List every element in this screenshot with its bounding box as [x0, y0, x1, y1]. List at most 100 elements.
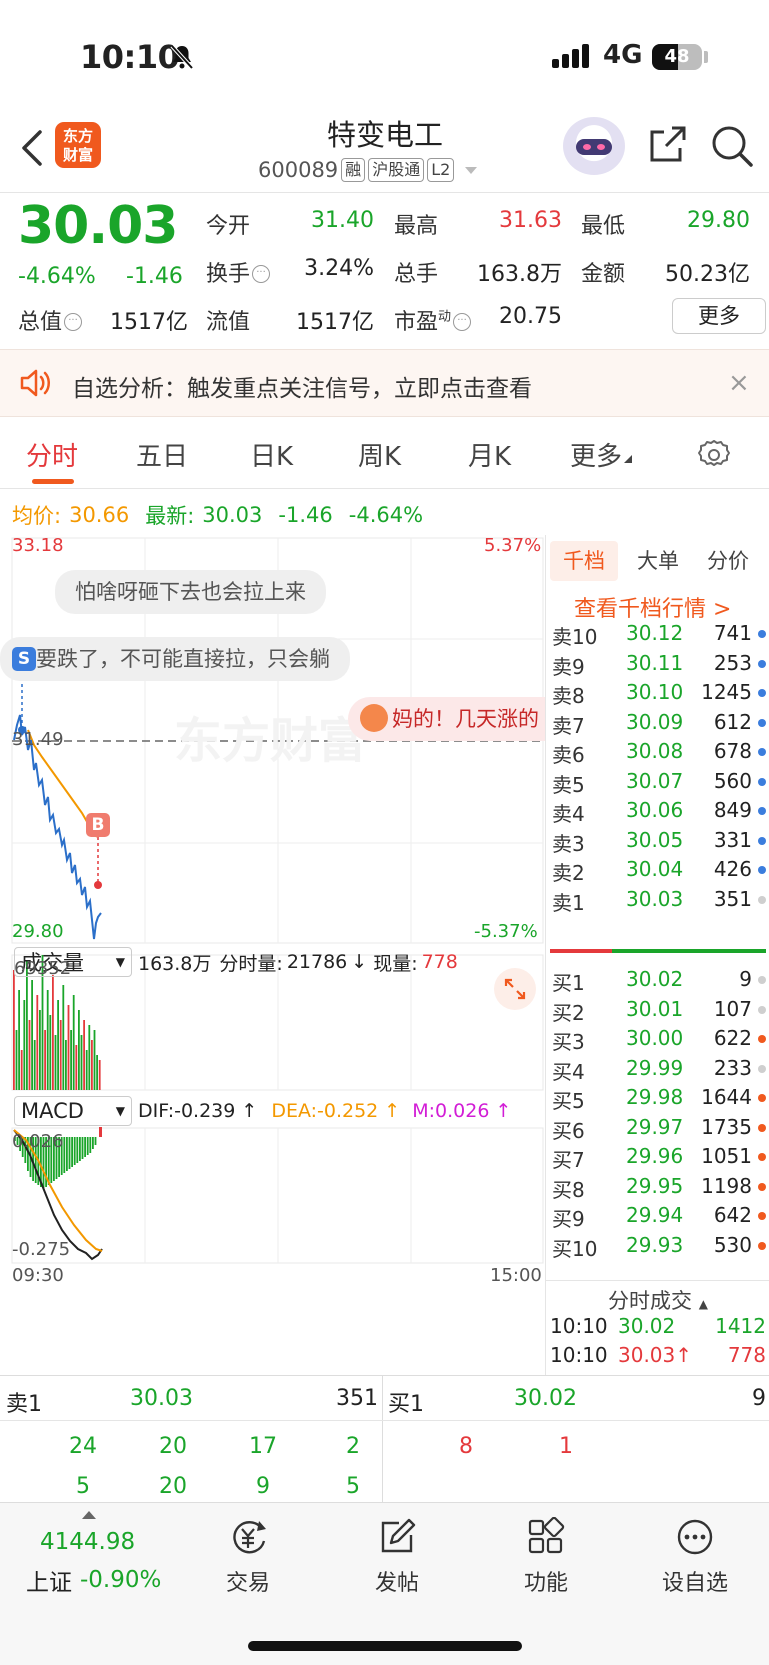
ask1-label: 卖1	[6, 1392, 42, 1417]
order-flag-icon	[758, 777, 766, 786]
open-label: 今开	[206, 214, 251, 239]
order-book-row[interactable]: 卖5 30.07 560	[552, 767, 766, 798]
stock-name: 特变电工	[326, 118, 443, 152]
queue-order: 20	[159, 1434, 187, 1459]
volume-bar	[80, 1035, 83, 1090]
ai-assistant-avatar[interactable]	[563, 117, 625, 175]
level1-queue-strip[interactable]: 卖1 30.03 351 买1 30.02 9 24 20 17 2 5 20 9 5 8 1	[0, 1375, 769, 1504]
danmu-comment[interactable]: 怕啥呀砸下去也会拉上来	[55, 570, 326, 614]
caret-down-icon	[624, 455, 633, 463]
order-flag-icon	[758, 1212, 766, 1220]
tab-more[interactable]: 更多	[570, 436, 634, 473]
stock-code-row[interactable]: 600089 融 沪股通 L2	[258, 158, 480, 182]
danmu-comment[interactable]: 要跌了，不可能直接拉，只会躺	[0, 637, 350, 681]
queue-order: 2	[346, 1434, 360, 1459]
turnover-value: 3.24%	[304, 256, 374, 281]
order-book-row[interactable]: 买3 30.00 622	[552, 1024, 766, 1055]
volume-bar	[65, 1040, 67, 1090]
volume-bar	[46, 990, 49, 1090]
home-indicator	[248, 1641, 522, 1651]
price-low-label: 29.80	[12, 921, 64, 942]
market-cap-label[interactable]: 总值 ···	[18, 304, 83, 336]
order-flag-icon	[758, 807, 766, 815]
volume-bar	[31, 980, 33, 1090]
nav-trade[interactable]: 交易	[193, 1517, 303, 1597]
tab-five-day[interactable]: 五日	[136, 436, 188, 473]
caret-down-icon: ▼	[115, 955, 125, 969]
order-book-row[interactable]: 卖1 30.03 351	[552, 885, 766, 916]
info-icon: ···	[252, 265, 271, 283]
expand-icon[interactable]	[494, 968, 536, 1010]
amount-label: 金额	[581, 262, 626, 287]
tab-price-distribution[interactable]: 分价	[694, 541, 762, 581]
tab-large-orders[interactable]: 大单	[624, 541, 692, 581]
order-book-row[interactable]: 卖7 30.09 612	[552, 708, 766, 739]
ask1-price: 30.03	[130, 1386, 193, 1411]
order-book-row[interactable]: 卖3 30.05 331	[552, 826, 766, 857]
order-book-row[interactable]: 卖4 30.06 849	[552, 796, 766, 827]
sell-marker[interactable]: S	[12, 647, 36, 671]
order-book-row[interactable]: 买7 29.96 1051	[552, 1142, 766, 1173]
order-book-row[interactable]: 买4 29.99 233	[552, 1054, 766, 1085]
last-price: 30.03	[18, 196, 178, 256]
volume-bar	[20, 1050, 23, 1090]
volume-bar	[26, 960, 28, 1090]
close-icon[interactable]: ×	[728, 368, 750, 398]
buy-marker[interactable]: B	[86, 813, 110, 837]
nav-post[interactable]: 发帖	[342, 1517, 452, 1597]
order-book-row[interactable]: 卖6 30.08 678	[552, 737, 766, 768]
index-summary[interactable]: 上证 -0.90%	[26, 1563, 161, 1597]
volume-bar	[54, 1035, 57, 1090]
index-value[interactable]: 4144.98	[40, 1529, 135, 1555]
volume-bar	[98, 1060, 101, 1090]
macd-bar	[81, 1137, 84, 1159]
volume-label: 总手	[394, 262, 439, 287]
battery-level: 48	[664, 46, 690, 67]
ticks-title[interactable]: 分时成交 ▲	[546, 1285, 769, 1315]
pe-value: 20.75	[499, 304, 562, 329]
macd-indicator-select[interactable]: MACD ▼	[14, 1096, 132, 1126]
order-flag-icon	[758, 689, 766, 697]
gear-icon[interactable]	[697, 438, 731, 472]
edit-icon	[381, 1518, 416, 1553]
tab-daily-k[interactable]: 日K	[250, 436, 293, 473]
change-amount: -1.46	[126, 264, 183, 289]
analysis-alert-banner[interactable]: 自选分析：触发重点关注信号，立即点击查看 ×	[0, 349, 769, 417]
order-book-row[interactable]: 卖9 30.11 253	[552, 649, 766, 680]
search-icon[interactable]	[710, 124, 754, 168]
tab-level-thousand[interactable]: 千档	[550, 541, 618, 581]
tab-weekly-k[interactable]: 周K	[358, 436, 401, 473]
app-logo[interactable]: 东方 财富	[55, 122, 101, 168]
order-book-row[interactable]: 卖10 30.12 741	[552, 619, 766, 650]
order-book-row[interactable]: 卖8 30.10 1245	[552, 678, 766, 709]
order-book-row[interactable]: 买9 29.94 642	[552, 1201, 766, 1232]
order-book-row[interactable]: 卖2 30.04 426	[552, 855, 766, 886]
order-book-row[interactable]: 买2 30.01 107	[552, 995, 766, 1026]
nav-functions[interactable]: 功能	[491, 1516, 601, 1597]
turnover-label[interactable]: 换手 ···	[206, 256, 271, 288]
price-high-label: 33.18	[12, 535, 64, 556]
order-book-row[interactable]: 买10 29.93 530	[552, 1231, 766, 1262]
tab-monthly-k[interactable]: 月K	[468, 436, 511, 473]
caret-up-icon: ▲	[698, 1297, 708, 1311]
tab-intraday[interactable]: 分时	[26, 436, 78, 473]
order-book-row[interactable]: 买1 30.02 9	[552, 965, 766, 996]
order-flag-icon	[758, 1035, 766, 1043]
danmu-comment-highlight[interactable]: 妈的！几天涨的	[348, 697, 545, 741]
intraday-chart[interactable]: 东方财富 33.18 5.37% 31.49 29.80 -5.37% 怕啥呀砸…	[0, 535, 545, 1375]
order-book-row[interactable]: 买8 29.95 1198	[552, 1172, 766, 1203]
nav-add-watchlist[interactable]: 设自选	[640, 1517, 750, 1597]
latest-change-pct: -4.64%	[348, 503, 424, 527]
share-icon[interactable]	[646, 124, 688, 166]
volume-bar	[88, 1025, 91, 1090]
latest-change: -1.46	[278, 503, 333, 527]
macd-top-label: 0.026	[12, 1131, 64, 1152]
pe-label[interactable]: 市盈动 ···	[394, 304, 472, 336]
info-icon: ···	[64, 313, 83, 331]
order-book-row[interactable]: 买5 29.98 1644	[552, 1083, 766, 1114]
volume-bar	[28, 1020, 31, 1090]
more-fields-button[interactable]: 更多	[672, 298, 766, 334]
back-icon[interactable]	[20, 128, 44, 168]
macd-bar	[86, 1137, 89, 1155]
order-book-row[interactable]: 买6 29.97 1735	[552, 1113, 766, 1144]
